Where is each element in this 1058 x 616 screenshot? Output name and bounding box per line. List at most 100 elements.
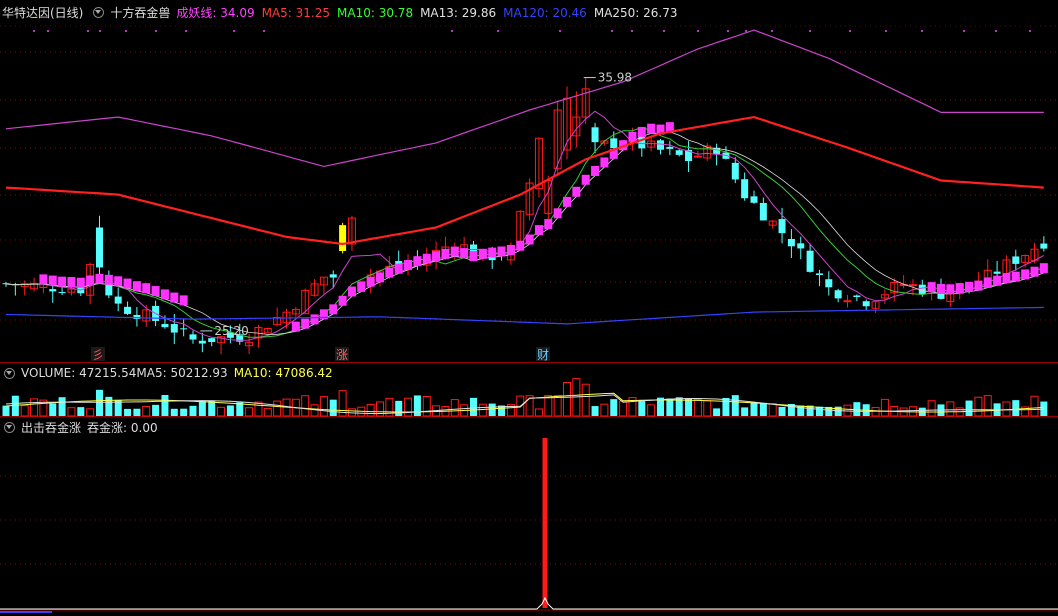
volume-bar bbox=[161, 395, 169, 416]
trend-block bbox=[572, 186, 581, 197]
trend-block bbox=[310, 314, 319, 325]
volume-bar bbox=[208, 400, 216, 416]
trend-block bbox=[338, 295, 347, 306]
candle-body bbox=[170, 324, 178, 333]
volume-bar bbox=[2, 405, 10, 416]
volume-bar bbox=[152, 404, 160, 416]
trend-block bbox=[151, 286, 160, 297]
trend-block bbox=[506, 244, 515, 255]
candle-body bbox=[815, 273, 823, 276]
price-chart[interactable]: 35.98 25.20 彡 涨 财 bbox=[0, 0, 1058, 616]
trend-block bbox=[404, 259, 413, 270]
trend-block bbox=[357, 281, 366, 292]
trend-block bbox=[600, 157, 609, 168]
volume-bar bbox=[245, 407, 254, 417]
trend-block bbox=[591, 165, 600, 176]
volume-bar bbox=[946, 401, 955, 417]
volume-bar bbox=[1030, 395, 1039, 417]
trend-block bbox=[123, 278, 132, 289]
candle-body bbox=[787, 238, 795, 247]
candle-body bbox=[610, 138, 618, 149]
top-dot bbox=[631, 30, 633, 32]
top-dot bbox=[809, 30, 811, 32]
candle-body bbox=[750, 196, 758, 203]
trend-block bbox=[450, 246, 459, 257]
trend-block bbox=[647, 123, 656, 134]
volume-bar bbox=[226, 405, 234, 416]
trend-block bbox=[488, 247, 497, 258]
candle-body bbox=[657, 140, 664, 150]
volume-bar bbox=[1012, 400, 1020, 416]
candle-body bbox=[198, 340, 206, 344]
volume-bar bbox=[133, 408, 141, 416]
top-dot bbox=[87, 30, 89, 32]
trend-block bbox=[1002, 273, 1011, 284]
trend-block bbox=[432, 251, 441, 262]
volume-bar bbox=[142, 405, 151, 417]
trend-block bbox=[1011, 271, 1020, 282]
candle-body bbox=[329, 274, 337, 278]
trend-block bbox=[142, 283, 151, 294]
volume-bar bbox=[20, 405, 29, 417]
top-dot bbox=[745, 30, 747, 32]
trend-block bbox=[58, 276, 67, 287]
trend-block bbox=[553, 208, 562, 219]
trend-block bbox=[974, 280, 983, 291]
marker-label: 财 bbox=[537, 348, 549, 362]
trend-block bbox=[179, 295, 188, 306]
top-dot bbox=[849, 30, 851, 32]
top-dot bbox=[885, 30, 887, 32]
trend-block bbox=[1021, 269, 1030, 280]
trend-block bbox=[132, 281, 141, 292]
top-dot bbox=[47, 30, 49, 32]
marker-label: 彡 bbox=[92, 348, 104, 362]
top-dot bbox=[995, 30, 997, 32]
high-label: 35.98 bbox=[598, 71, 632, 85]
candle-body bbox=[96, 227, 103, 268]
candle-body bbox=[853, 295, 861, 298]
volume-bar bbox=[965, 400, 973, 416]
top-dot bbox=[963, 30, 965, 32]
candle-body bbox=[161, 324, 169, 328]
trend-block bbox=[1030, 266, 1039, 277]
candle-body bbox=[114, 296, 122, 304]
trend-block bbox=[347, 286, 356, 297]
volume-bar bbox=[180, 408, 188, 416]
trend-block bbox=[376, 272, 384, 283]
volume-bar bbox=[619, 400, 628, 417]
volume-bar bbox=[488, 403, 496, 416]
volume-bar bbox=[404, 397, 413, 417]
volume-bar bbox=[553, 394, 562, 417]
candle-body bbox=[1040, 243, 1048, 249]
volume-bar bbox=[1002, 401, 1011, 417]
volume-bar bbox=[58, 397, 66, 416]
top-dot bbox=[263, 30, 265, 32]
trend-block bbox=[993, 275, 1002, 286]
volume-bar bbox=[124, 408, 132, 416]
volume-bar bbox=[927, 400, 936, 417]
trend-block bbox=[366, 276, 375, 287]
trend-block bbox=[637, 126, 646, 137]
volume-bar bbox=[713, 408, 721, 416]
candle-body bbox=[124, 306, 132, 314]
top-dot bbox=[497, 30, 499, 32]
volume-bar bbox=[974, 396, 983, 417]
trend-block bbox=[170, 292, 179, 303]
trend-block bbox=[469, 251, 478, 262]
trend-block bbox=[965, 281, 974, 292]
candle-body bbox=[843, 300, 852, 303]
trend-block bbox=[497, 246, 506, 257]
candle-body bbox=[49, 289, 57, 292]
volume-bar bbox=[170, 408, 178, 416]
trend-block bbox=[385, 267, 394, 278]
candle-body bbox=[731, 162, 739, 180]
trend-block bbox=[946, 284, 955, 295]
trend-block bbox=[441, 248, 450, 259]
volume-bar bbox=[741, 407, 749, 416]
top-dot bbox=[33, 30, 35, 32]
volume-bar bbox=[49, 403, 57, 416]
trend-block bbox=[114, 276, 123, 287]
volume-bar bbox=[666, 398, 674, 416]
top-dot bbox=[185, 30, 187, 32]
volume-bar bbox=[254, 401, 263, 417]
